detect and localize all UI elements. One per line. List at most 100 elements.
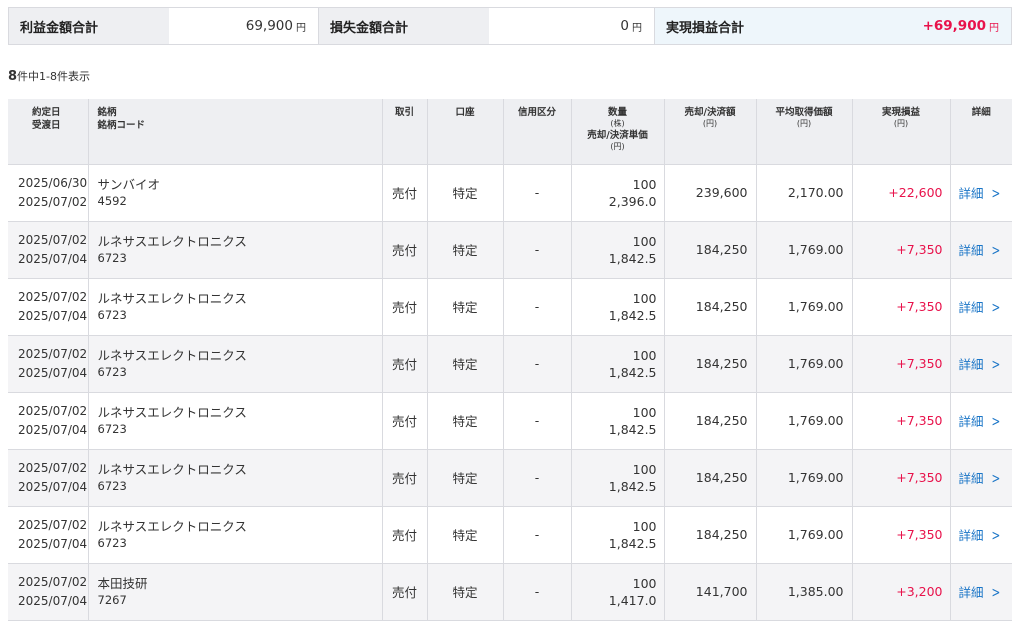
loss-total-value: 0円: [489, 8, 655, 44]
header-price-unit: (円): [610, 142, 625, 151]
account-type: 特定: [426, 563, 503, 620]
detail-label: 詳細: [958, 528, 984, 543]
detail-label: 詳細: [958, 414, 984, 429]
summary-bar: 利益金額合計 69,900 円 損失金額合計 0円 実現損益合計 +69,900 円: [8, 7, 1012, 45]
qty-price-cell: 100 1,842.5: [570, 506, 664, 563]
credit-type: -: [502, 278, 571, 335]
table-row: 2025/07/02 2025/07/04 ルネサスエレクトロニクス 6723 売付 特定…: [8, 278, 1012, 335]
header-price: 売却/決済単価: [587, 130, 648, 141]
credit-type: -: [502, 392, 571, 449]
detail-link[interactable]: 詳細 >: [949, 278, 1012, 335]
loss-total-amount: 0: [620, 18, 629, 34]
quantity: 100: [632, 575, 657, 591]
trade-date: 2025/07/02: [18, 289, 88, 304]
header-qty: 数量: [607, 107, 627, 118]
sell-amount: 184,250: [663, 392, 756, 449]
realized-pl: +22,600: [851, 164, 950, 221]
header-trade-date: 約定日: [32, 107, 61, 118]
col-header-amount[interactable]: 売却/決済額 (円): [663, 99, 756, 164]
account-type: 特定: [426, 506, 503, 563]
header-avg: 平均取得価額: [775, 107, 833, 118]
stock-cell: ルネサスエレクトロニクス 6723: [87, 221, 382, 278]
detail-link[interactable]: 詳細 >: [949, 506, 1012, 563]
sell-price: 2,396.0: [608, 193, 657, 209]
stock-name: ルネサスエレクトロニクス: [97, 233, 247, 249]
qty-price-cell: 100 1,842.5: [570, 335, 664, 392]
col-header-avg[interactable]: 平均取得価額 (円): [755, 99, 852, 164]
trade-date: 2025/07/02: [18, 460, 88, 475]
sell-price: 1,842.5: [608, 478, 657, 494]
detail-link[interactable]: 詳細 >: [949, 449, 1012, 506]
realized-pl: +7,350: [851, 392, 950, 449]
trade-type: 売付: [381, 335, 427, 392]
header-pl-unit: (円): [893, 119, 909, 128]
stock-cell: ルネサスエレクトロニクス 6723: [87, 392, 382, 449]
credit-type: -: [502, 449, 571, 506]
trade-date: 2025/06/30: [18, 175, 88, 190]
date-cell: 2025/07/02 2025/07/04: [8, 335, 88, 392]
account-type: 特定: [426, 392, 503, 449]
trade-type: 売付: [381, 506, 427, 563]
account-type: 特定: [426, 449, 503, 506]
account-type: 特定: [426, 335, 503, 392]
col-header-stock[interactable]: 銘柄 銘柄コード: [87, 99, 382, 164]
realized-pl: +7,350: [851, 278, 950, 335]
quantity: 100: [632, 347, 657, 363]
table-row: 2025/07/02 2025/07/04 ルネサスエレクトロニクス 6723 売付 特定…: [8, 335, 1012, 392]
qty-price-cell: 100 2,396.0: [570, 164, 664, 221]
detail-link[interactable]: 詳細 >: [949, 335, 1012, 392]
loss-total-label: 損失金額合計: [319, 8, 489, 44]
chevron-right-icon: >: [990, 357, 1000, 373]
table-row: 2025/07/02 2025/07/04 本田技研 7267 売付 特定 -100 1,41…: [8, 563, 1012, 620]
quantity: 100: [632, 404, 657, 420]
detail-link[interactable]: 詳細 >: [949, 164, 1012, 221]
avg-cost: 1,769.00: [755, 278, 852, 335]
date-cell: 2025/07/02 2025/07/04: [8, 449, 88, 506]
trade-date: 2025/07/02: [18, 232, 88, 247]
profit-total-amount: 69,900: [245, 18, 293, 34]
sell-price: 1,842.5: [608, 535, 657, 551]
trade-type: 売付: [381, 449, 427, 506]
realized-total-label: 実現損益合計: [655, 8, 859, 44]
realized-pl: +3,200: [851, 563, 950, 620]
sell-amount: 184,250: [663, 278, 756, 335]
col-header-pl[interactable]: 実現損益 (円): [851, 99, 950, 164]
stock-name: ルネサスエレクトロニクス: [97, 461, 247, 477]
table-row: 2025/07/02 2025/07/04 ルネサスエレクトロニクス 6723 売付 特定…: [8, 221, 1012, 278]
stock-code: 6723: [97, 250, 127, 265]
stock-name: ルネサスエレクトロニクス: [97, 518, 247, 534]
header-stock-name: 銘柄: [97, 107, 117, 118]
sell-price: 1,842.5: [608, 364, 657, 380]
detail-link[interactable]: 詳細 >: [949, 392, 1012, 449]
chevron-right-icon: >: [990, 186, 1000, 202]
avg-cost: 1,769.00: [755, 449, 852, 506]
date-cell: 2025/07/02 2025/07/04: [8, 221, 88, 278]
col-header-credit[interactable]: 信用区分: [502, 99, 571, 164]
date-cell: 2025/07/02 2025/07/04: [8, 392, 88, 449]
chevron-right-icon: >: [990, 471, 1000, 487]
detail-link[interactable]: 詳細 >: [949, 221, 1012, 278]
qty-price-cell: 100 1,417.0: [570, 563, 664, 620]
trade-type: 売付: [381, 563, 427, 620]
date-cell: 2025/06/30 2025/07/02: [8, 164, 88, 221]
sell-amount: 239,600: [663, 164, 756, 221]
stock-cell: 本田技研 7267: [87, 563, 382, 620]
chevron-right-icon: >: [990, 528, 1000, 544]
date-cell: 2025/07/02 2025/07/04: [8, 506, 88, 563]
col-header-date[interactable]: 約定日 受渡日: [8, 99, 88, 164]
sell-amount: 184,250: [663, 221, 756, 278]
table-row: 2025/06/30 2025/07/02 サンバイオ 4592 売付 特定 -100 2,3…: [8, 164, 1012, 221]
trade-type: 売付: [381, 221, 427, 278]
profit-total-value: 69,900 円: [169, 8, 319, 44]
realized-pl: +7,350: [851, 221, 950, 278]
col-header-account[interactable]: 口座: [426, 99, 503, 164]
quantity: 100: [632, 290, 657, 306]
account-type: 特定: [426, 278, 503, 335]
avg-cost: 1,385.00: [755, 563, 852, 620]
credit-type: -: [502, 221, 571, 278]
col-header-qty[interactable]: 数量 (株) 売却/決済単価 (円): [570, 99, 664, 164]
account-type: 特定: [426, 221, 503, 278]
stock-name: 本田技研: [97, 575, 148, 591]
col-header-trade[interactable]: 取引: [381, 99, 427, 164]
detail-link[interactable]: 詳細 >: [949, 563, 1012, 620]
